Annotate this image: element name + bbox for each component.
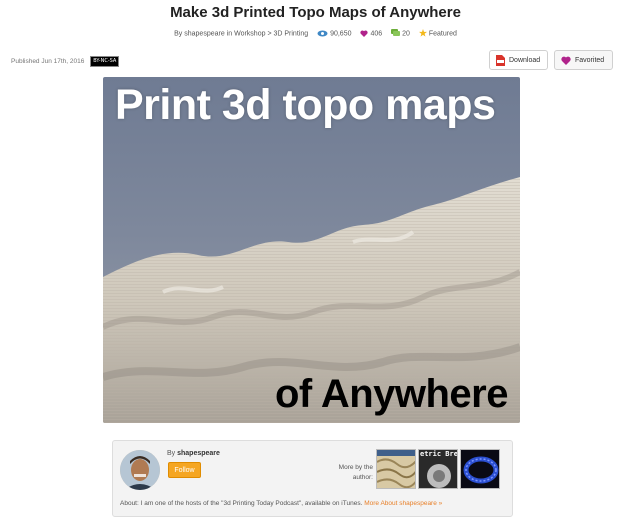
more-by-label: More by the author:: [338, 464, 373, 481]
meta-line: By shapespeare in Workshop > 3D Printing…: [0, 29, 631, 39]
category-link[interactable]: Workshop: [234, 31, 265, 38]
comments-count: 20: [402, 30, 410, 38]
views-count: 90,650: [330, 30, 352, 38]
author-about: About: I am one of the hosts of the "3d …: [120, 500, 442, 507]
in-text: in: [226, 30, 233, 38]
hero-image[interactable]: Print 3d topo maps of Anywhere: [103, 77, 520, 423]
by-prefix: By: [167, 450, 176, 457]
thumbnail-caption: etric Brea: [420, 450, 458, 458]
download-label: Download: [509, 56, 541, 64]
hero-title-bottom: of Anywhere: [274, 372, 509, 416]
page-title: Make 3d Printed Topo Maps of Anywhere: [170, 4, 461, 21]
author-box: By shapespeare Follow More by the author…: [112, 440, 513, 517]
license-badge[interactable]: BY-NC-SA: [90, 56, 120, 67]
favorites-count: 406: [370, 30, 383, 38]
author-link[interactable]: shapespeare: [184, 31, 224, 38]
avatar[interactable]: [120, 450, 160, 490]
follow-button[interactable]: Follow: [168, 462, 201, 478]
star-icon: [418, 29, 427, 39]
pdf-icon: [496, 54, 505, 66]
about-text: About: I am one of the hosts of the "3d …: [120, 500, 363, 507]
download-button[interactable]: Download: [489, 50, 548, 70]
heart-icon: [561, 56, 571, 65]
published-row: Published Jun 17th, 2016 BY-NC-SA: [11, 56, 120, 67]
more-about-link[interactable]: More About shapespeare »: [364, 500, 442, 507]
project-thumbnail[interactable]: [376, 449, 416, 489]
published-date: Published Jun 17th, 2016: [11, 58, 85, 66]
heart-icon: [360, 29, 369, 39]
favorited-button[interactable]: Favorited: [554, 50, 613, 70]
favorited-label: Favorited: [575, 56, 605, 64]
comment-icon: [391, 29, 401, 39]
author-name[interactable]: shapespeare: [177, 450, 220, 457]
author-byline: By shapespeare: [167, 450, 220, 457]
subcategory-link[interactable]: 3D Printing: [273, 31, 308, 38]
hero-title-top: Print 3d topo maps: [115, 81, 496, 129]
featured-label: Featured: [428, 30, 457, 38]
eye-icon: [317, 30, 328, 39]
project-thumbnail[interactable]: etric Brea: [418, 449, 458, 489]
by-prefix: By: [174, 30, 183, 38]
project-thumbnail[interactable]: [460, 449, 500, 489]
breadcrumb-sep: >: [267, 30, 272, 38]
